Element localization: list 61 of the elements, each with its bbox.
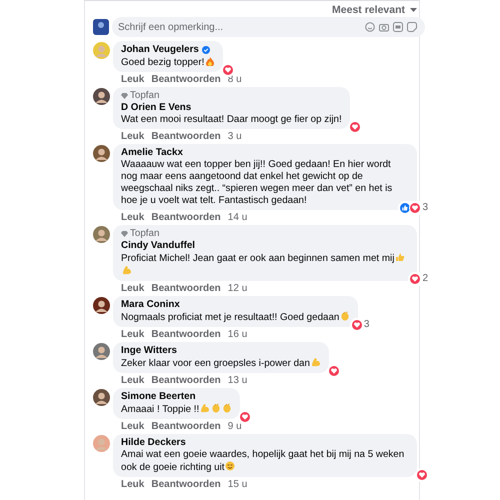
avatar	[93, 435, 110, 452]
timestamp: 15 u	[228, 478, 248, 490]
comment-text: Waaaauw wat een topper ben jij!! Goed gedaan! En hier wordt nog maar eens aangetoond dat enkel het gewicht op de weegschaal niks zegt.. “spieren wegen meer dan vet” en het is hoe je u voelt wat telt. Fantastisch gedaan!	[121, 159, 392, 206]
sort-dropdown[interactable]: Meest relevant	[332, 4, 417, 16]
author-name[interactable]: Simone Beerten	[121, 391, 196, 403]
reply-link[interactable]: Beantwoorden	[151, 374, 221, 386]
like-link[interactable]: Leuk	[121, 478, 144, 490]
author-name[interactable]: D Orien E Vens	[121, 102, 192, 114]
author-name[interactable]: Amelie Tackx	[121, 147, 183, 159]
like-link[interactable]: Leuk	[121, 420, 144, 432]
topfan-label: Topfan	[130, 90, 160, 102]
author-name[interactable]: Johan Veugelers	[121, 44, 199, 56]
reply-link[interactable]: Beantwoorden	[151, 130, 221, 142]
author-name[interactable]: Hilde Deckers	[121, 437, 186, 449]
comment-text: Nogmaals proficiat met je resultaat!! Goed gedaan	[121, 312, 340, 323]
reaction-badge[interactable]: 2	[408, 272, 431, 286]
reply-link[interactable]: Beantwoorden	[151, 282, 221, 294]
emoji-icon	[365, 22, 375, 32]
avatar	[93, 88, 110, 105]
comment-text: Amaaai ! Toppie !!	[121, 404, 200, 415]
gem-icon	[121, 93, 128, 99]
gif-icon	[393, 22, 403, 32]
reply-link[interactable]: Beantwoorden	[151, 420, 221, 432]
like-link[interactable]: Leuk	[121, 74, 144, 84]
reply-link[interactable]: Beantwoorden	[151, 74, 221, 84]
timestamp: 12 u	[228, 282, 248, 294]
comment-field[interactable]: Schrijf een opmerking...	[112, 17, 425, 37]
avatar	[93, 297, 110, 314]
avatar-icon	[93, 19, 109, 35]
reply-link[interactable]: Beantwoorden	[151, 212, 221, 222]
like-link[interactable]: Leuk	[121, 130, 144, 142]
timestamp: 13 u	[228, 374, 248, 386]
author-name[interactable]: Mara Coninx	[121, 299, 180, 311]
reply-link[interactable]: Beantwoorden	[151, 328, 221, 340]
like-link[interactable]: Leuk	[121, 212, 144, 222]
sticker-icon	[407, 22, 417, 32]
avatar	[93, 389, 110, 406]
author-name[interactable]: Cindy Vanduffel	[121, 240, 196, 252]
reply-link[interactable]: Beantwoorden	[151, 478, 221, 490]
topfan-label: Topfan	[130, 228, 160, 240]
avatar	[93, 145, 110, 162]
comment-text: Amai wat een goeie waardes, hopelijk gaat het bij mij na 5 weken ook de goeie richting uit	[121, 449, 404, 473]
comment-text: Goed bezig topper!	[121, 57, 204, 68]
gem-icon	[121, 231, 128, 237]
comment-text: Proficiat Michel! Jean gaat er ook aan beginnen samen met mij	[121, 253, 394, 264]
timestamp: 9 u	[228, 420, 242, 432]
avatar	[93, 226, 110, 243]
timestamp: 14 u	[228, 212, 248, 222]
comment-text: Zeker klaar voor een groepsles i-power dan	[121, 358, 310, 369]
like-link[interactable]: Leuk	[121, 328, 144, 340]
camera-icon	[379, 22, 389, 32]
reaction-badge[interactable]: 3	[398, 201, 431, 215]
comment-text: Wat een mooi resultaat! Daar moogt ge fier op zijn!	[121, 114, 342, 125]
author-name[interactable]: Inge Witters	[121, 345, 177, 357]
like-link[interactable]: Leuk	[121, 374, 144, 386]
like-link[interactable]: Leuk	[121, 282, 144, 294]
avatar	[93, 343, 110, 360]
timestamp: 3 u	[228, 130, 242, 142]
caret-icon	[410, 8, 417, 12]
avatar	[93, 42, 110, 59]
timestamp: 16 u	[228, 328, 248, 340]
